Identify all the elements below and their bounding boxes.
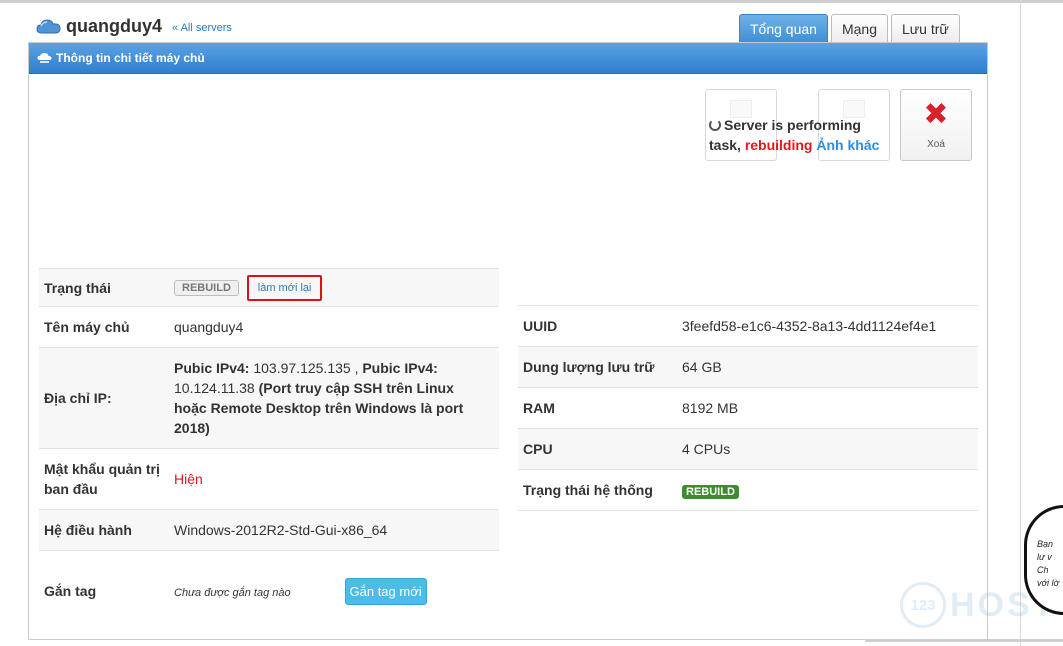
tab-bar: Tổng quan Mạng Lưu trữ — [739, 14, 963, 43]
cloud-icon — [36, 19, 61, 34]
os-value: Windows-2012R2-Std-Gui-x86_64 — [169, 509, 499, 551]
bottom-border — [865, 639, 1063, 642]
all-servers-link[interactable]: « All servers — [172, 22, 232, 34]
table-row: Địa chỉ IP: Pubic IPv4: 103.97.125.135 ,… — [39, 347, 499, 449]
no-tag-text: Chưa được gắn tag nào — [174, 586, 291, 599]
ip-value: Pubic IPv4: 103.97.125.135 , Pubic IPv4:… — [169, 347, 499, 449]
ipv4-label-1: Pubic IPv4: — [174, 360, 250, 376]
admin-password-label: Mật khẩu quản trị ban đầu — [39, 448, 169, 510]
storage-label: Dung lượng lưu trữ — [518, 346, 677, 388]
server-detail-panel: Thông tin chi tiết máy chủ ✖ Xoá Server … — [28, 42, 988, 640]
table-row: Hệ điều hành Windows-2012R2-Std-Gui-x86_… — [39, 509, 499, 551]
spinner-icon — [709, 119, 721, 131]
tab-storage[interactable]: Lưu trữ — [890, 14, 960, 43]
status-value: REBUILD làm mới lại — [169, 268, 499, 307]
hostname-value: quangduy4 — [169, 306, 499, 348]
other-image-link[interactable]: Ảnh khác — [816, 137, 879, 153]
ipv4-value-2: 10.124.11.38 — [174, 380, 259, 396]
sticker-line: Ch — [1037, 565, 1049, 575]
page-header: quangduy4 « All servers — [36, 14, 232, 38]
ram-label: RAM — [518, 387, 677, 429]
tab-network[interactable]: Mạng — [830, 14, 888, 43]
delete-label: Xoá — [927, 138, 945, 150]
table-row: Gắn tag Chưa được gắn tag nào Gắn tag mớ… — [39, 550, 499, 632]
delete-button[interactable]: ✖ Xoá — [900, 89, 972, 161]
table-row: RAM 8192 MB — [518, 387, 978, 429]
logo-badge: 123 — [900, 582, 946, 628]
sticker-line: với lờ — [1037, 578, 1059, 588]
add-tag-button[interactable]: Gắn tag mới — [344, 577, 427, 605]
uuid-value: 3feefd58-e1c6-4352-8a13-4dd1124ef4e1 — [677, 305, 978, 347]
os-label: Hệ điều hành — [39, 509, 169, 551]
tab-overview[interactable]: Tổng quan — [739, 14, 828, 43]
panel-title: Thông tin chi tiết máy chủ — [56, 51, 205, 65]
left-details-table: Trạng thái REBUILD làm mới lại Tên máy c… — [39, 268, 499, 632]
tag-value: Chưa được gắn tag nào Gắn tag mới — [169, 550, 499, 632]
status-badge: REBUILD — [174, 279, 239, 296]
table-row: UUID 3feefd58-e1c6-4352-8a13-4dd1124ef4e… — [518, 305, 978, 347]
ram-value: 8192 MB — [677, 387, 978, 429]
table-row: Tên máy chủ quangduy4 — [39, 306, 499, 348]
ipv4-value-1: 103.97.125.135 , — [249, 360, 363, 376]
sticker-line: Bạn — [1037, 539, 1054, 549]
cpu-label: CPU — [518, 428, 677, 470]
status-label: Trạng thái — [39, 268, 169, 307]
right-details-table: UUID 3feefd58-e1c6-4352-8a13-4dd1124ef4e… — [518, 305, 978, 511]
table-row: Mật khẩu quản trị ban đầu Hiện — [39, 448, 499, 510]
table-row: Trạng thái REBUILD làm mới lại — [39, 268, 499, 307]
table-row: Dung lượng lưu trữ 64 GB — [518, 346, 978, 388]
sticker-line: lư v — [1037, 552, 1052, 562]
top-border — [0, 0, 1063, 3]
uuid-label: UUID — [518, 305, 677, 347]
close-x-icon: ✖ — [923, 97, 949, 131]
system-status-badge: REBUILD — [682, 484, 739, 499]
ip-label: Địa chỉ IP: — [39, 347, 169, 449]
task-name: rebuilding — [744, 137, 813, 153]
show-password-link[interactable]: Hiện — [174, 471, 203, 487]
cpu-value: 4 CPUs — [677, 428, 978, 470]
system-status-label: Trạng thái hệ thống — [518, 469, 677, 511]
storage-value: 64 GB — [677, 346, 978, 388]
hostname-label: Tên máy chủ — [39, 306, 169, 348]
tag-label: Gắn tag — [39, 550, 169, 632]
server-name: quangduy4 — [66, 15, 163, 36]
table-row: CPU 4 CPUs — [518, 428, 978, 470]
ipv4-label-2: Pubic IPv4: — [362, 360, 438, 376]
task-status-overlay: Server is performing task, rebuilding Ản… — [709, 115, 889, 155]
refresh-link[interactable]: làm mới lại — [246, 274, 323, 301]
right-border — [1020, 0, 1021, 646]
table-row: Trạng thái hệ thống REBUILD — [518, 469, 978, 511]
server-cloud-icon — [37, 53, 52, 63]
panel-header: Thông tin chi tiết máy chủ — [29, 43, 987, 74]
